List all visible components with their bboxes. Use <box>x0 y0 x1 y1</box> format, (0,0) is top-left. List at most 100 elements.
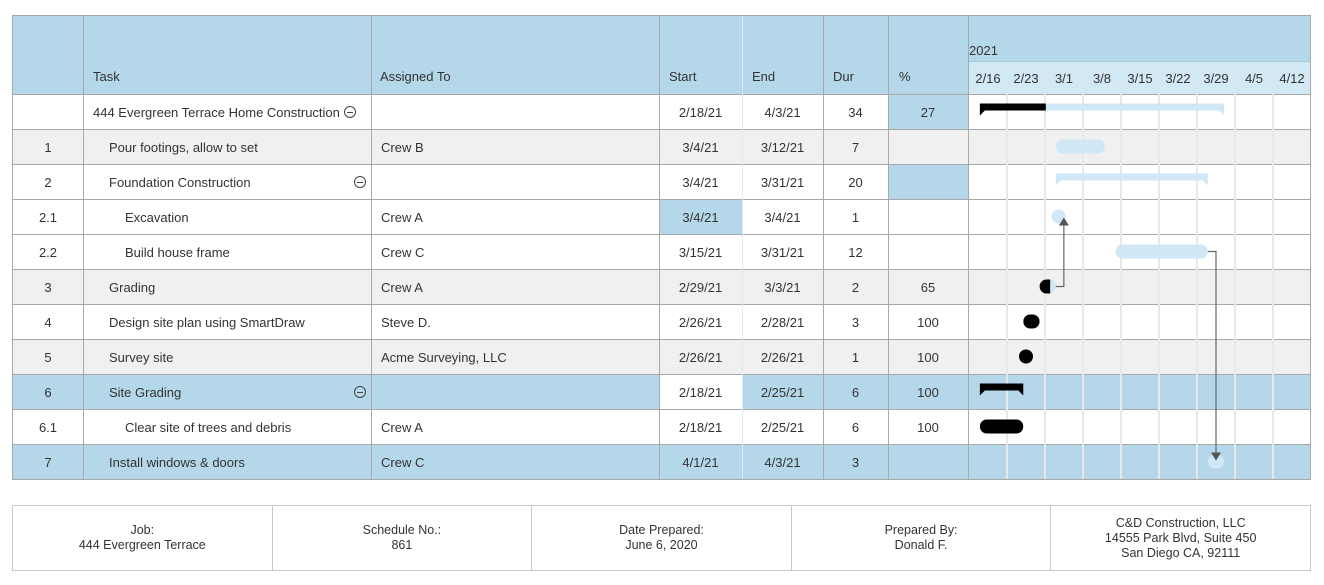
percent-complete[interactable] <box>888 165 968 199</box>
duration[interactable]: 7 <box>823 130 888 164</box>
duration[interactable]: 34 <box>823 95 888 129</box>
table-row[interactable]: 7 Install windows & doors Crew C 4/1/21 4/3/… <box>13 444 1310 479</box>
end-date[interactable]: 4/3/21 <box>742 445 823 479</box>
percent-complete[interactable]: 100 <box>888 340 968 374</box>
duration[interactable]: 3 <box>823 445 888 479</box>
collapse-icon[interactable] <box>354 386 366 398</box>
task-name[interactable]: Clear site of trees and debris <box>83 410 371 444</box>
end-date[interactable]: 3/31/21 <box>742 165 823 199</box>
task-name[interactable]: Grading <box>83 270 371 304</box>
percent-complete[interactable]: 100 <box>888 410 968 444</box>
assigned-to[interactable]: Crew C <box>371 445 659 479</box>
duration[interactable]: 1 <box>823 340 888 374</box>
start-date[interactable]: 3/4/21 <box>659 130 742 164</box>
duration[interactable]: 6 <box>823 375 888 409</box>
header-end[interactable]: End <box>752 69 775 84</box>
percent-complete[interactable]: 27 <box>888 95 968 129</box>
table-row[interactable]: 5 Survey site Acme Surveying, LLC 2/26/21 2/… <box>13 339 1310 374</box>
task-name[interactable]: Site Grading <box>83 375 371 409</box>
duration[interactable]: 20 <box>823 165 888 199</box>
table-row[interactable]: 2 Foundation Construction 3/4/21 3/31/21 20 <box>13 164 1310 199</box>
row-number[interactable]: 1 <box>13 130 83 164</box>
duration[interactable]: 2 <box>823 270 888 304</box>
start-date[interactable]: 2/26/21 <box>659 305 742 339</box>
task-label: Build house frame <box>125 244 230 260</box>
assigned-to[interactable]: Crew A <box>371 200 659 234</box>
percent-complete[interactable] <box>888 445 968 479</box>
header-start[interactable]: Start <box>669 69 696 84</box>
collapse-icon[interactable] <box>343 106 356 118</box>
table-row[interactable]: 2.1 Excavation Crew A 3/4/21 3/4/21 1 <box>13 199 1310 234</box>
row-number[interactable] <box>13 95 83 129</box>
start-date[interactable]: 2/26/21 <box>659 340 742 374</box>
end-date[interactable]: 3/3/21 <box>742 270 823 304</box>
table-row[interactable]: 1 Pour footings, allow to set Crew B 3/4/21… <box>13 129 1310 164</box>
assigned-to[interactable] <box>371 95 659 129</box>
table-row[interactable]: 3 Grading Crew A 2/29/21 3/3/21 2 65 <box>13 269 1310 304</box>
percent-complete[interactable]: 100 <box>888 375 968 409</box>
percent-complete[interactable] <box>888 235 968 269</box>
end-date[interactable]: 3/12/21 <box>742 130 823 164</box>
table-row[interactable]: 6.1 Clear site of trees and debris Crew A2… <box>13 409 1310 444</box>
end-date[interactable]: 2/25/21 <box>742 375 823 409</box>
duration[interactable]: 12 <box>823 235 888 269</box>
row-number[interactable]: 2.1 <box>13 200 83 234</box>
row-number[interactable]: 4 <box>13 305 83 339</box>
row-number[interactable]: 3 <box>13 270 83 304</box>
header-dur[interactable]: Dur <box>833 69 854 84</box>
row-number[interactable]: 6.1 <box>13 410 83 444</box>
end-date[interactable]: 2/26/21 <box>742 340 823 374</box>
assigned-to[interactable]: Crew A <box>371 270 659 304</box>
task-name[interactable]: Excavation <box>83 200 371 234</box>
start-date[interactable]: 3/15/21 <box>659 235 742 269</box>
assigned-to[interactable] <box>371 165 659 199</box>
row-number[interactable]: 2 <box>13 165 83 199</box>
start-date[interactable]: 2/18/21 <box>659 410 742 444</box>
end-date[interactable]: 4/3/21 <box>742 95 823 129</box>
end-date[interactable]: 3/31/21 <box>742 235 823 269</box>
duration[interactable]: 1 <box>823 200 888 234</box>
start-date[interactable]: 2/29/21 <box>659 270 742 304</box>
duration[interactable]: 3 <box>823 305 888 339</box>
task-name[interactable]: Design site plan using SmartDraw <box>83 305 371 339</box>
assigned-to[interactable]: Acme Surveying, LLC <box>371 340 659 374</box>
header-task[interactable]: Task <box>93 69 120 84</box>
end-date[interactable]: 2/25/21 <box>742 410 823 444</box>
percent-complete[interactable]: 100 <box>888 305 968 339</box>
start-date[interactable]: 2/18/21 <box>659 95 742 129</box>
start-date[interactable]: 3/4/21 <box>659 200 742 234</box>
percent-complete[interactable]: 65 <box>888 270 968 304</box>
row-number[interactable]: 2.2 <box>13 235 83 269</box>
table-row[interactable]: 2.2 Build house frame Crew C 3/15/21 3/31/21… <box>13 234 1310 269</box>
assigned-to[interactable]: Steve D. <box>371 305 659 339</box>
end-date[interactable]: 2/28/21 <box>742 305 823 339</box>
task-name[interactable]: Build house frame <box>83 235 371 269</box>
end-date[interactable]: 3/4/21 <box>742 200 823 234</box>
task-label: Install windows & doors <box>109 454 245 470</box>
row-number[interactable]: 6 <box>13 375 83 409</box>
task-name[interactable]: Survey site <box>83 340 371 374</box>
task-name[interactable]: Install windows & doors <box>83 445 371 479</box>
assigned-to[interactable]: Crew B <box>371 130 659 164</box>
table-row[interactable]: 4 Design site plan using SmartDraw Steve D… <box>13 304 1310 339</box>
table-row[interactable]: 6 Site Grading 2/18/21 2/25/21 6 100 <box>13 374 1310 409</box>
duration[interactable]: 6 <box>823 410 888 444</box>
assigned-to[interactable]: Crew C <box>371 235 659 269</box>
task-name[interactable]: 444 Evergreen Terrace Home Construction <box>83 95 371 129</box>
row-number[interactable]: 5 <box>13 340 83 374</box>
assigned-to[interactable] <box>371 375 659 409</box>
percent-complete[interactable] <box>888 130 968 164</box>
percent-complete[interactable] <box>888 200 968 234</box>
task-name[interactable]: Pour footings, allow to set <box>83 130 371 164</box>
assigned-to[interactable]: Crew A <box>371 410 659 444</box>
table-row[interactable]: 444 Evergreen Terrace Home Construction 2… <box>13 94 1310 129</box>
header-percent[interactable]: % <box>899 69 911 84</box>
start-date[interactable]: 3/4/21 <box>659 165 742 199</box>
week-label: 3/29 <box>1203 71 1229 86</box>
task-name[interactable]: Foundation Construction <box>83 165 371 199</box>
collapse-icon[interactable] <box>354 176 366 188</box>
start-date[interactable]: 4/1/21 <box>659 445 742 479</box>
start-date[interactable]: 2/18/21 <box>659 375 742 409</box>
row-number[interactable]: 7 <box>13 445 83 479</box>
header-assigned-to[interactable]: Assigned To <box>380 69 451 84</box>
